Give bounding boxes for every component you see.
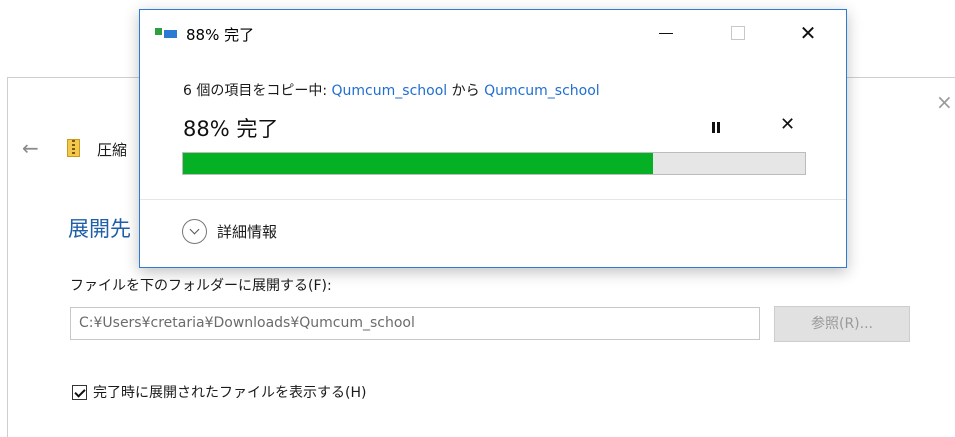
dialog-titlebar[interactable]: 88% 完了 ✕ bbox=[140, 10, 846, 56]
copy-transfer-icon bbox=[155, 27, 177, 39]
chevron-down-icon[interactable] bbox=[182, 219, 207, 244]
maximize-icon[interactable] bbox=[714, 18, 760, 48]
minimize-icon[interactable] bbox=[643, 18, 689, 48]
show-files-option[interactable]: 完了時に展開されたファイルを表示する(H) bbox=[72, 382, 366, 402]
stop-icon[interactable]: ✕ bbox=[780, 114, 795, 135]
close-icon[interactable]: ✕ bbox=[785, 18, 831, 48]
back-arrow-icon[interactable]: ← bbox=[22, 138, 39, 158]
pause-icon[interactable] bbox=[708, 119, 724, 135]
source-folder-link[interactable]: Qumcum_school bbox=[332, 83, 448, 99]
zip-folder-icon bbox=[67, 139, 80, 157]
destination-folder-link[interactable]: Qumcum_school bbox=[484, 83, 600, 99]
progress-bar-fill bbox=[183, 153, 653, 174]
copy-progress-dialog: 88% 完了 ✕ 6 個の項目をコピー中: Qumcum_school から Q… bbox=[139, 9, 847, 268]
dialog-title: 88% 完了 bbox=[186, 26, 255, 44]
show-files-checkbox[interactable] bbox=[72, 384, 87, 400]
divider bbox=[140, 199, 846, 200]
destination-path-input[interactable]: C:¥Users¥cretaria¥Downloads¥Qumcum_schoo… bbox=[70, 307, 760, 340]
more-details-toggle[interactable]: 詳細情報 bbox=[182, 219, 277, 244]
extract-to-label: ファイルを下のフォルダーに展開する(F): bbox=[70, 278, 332, 294]
progress-percent-text: 88% 完了 bbox=[183, 117, 279, 141]
destination-heading: 展開先 bbox=[68, 217, 131, 241]
copy-description: 6 個の項目をコピー中: Qumcum_school から Qumcum_sch… bbox=[183, 80, 600, 100]
copy-description-prefix: 6 個の項目をコピー中: bbox=[183, 83, 332, 99]
more-details-label: 詳細情報 bbox=[217, 223, 278, 241]
show-files-label: 完了時に展開されたファイルを表示する(H) bbox=[93, 385, 367, 401]
extract-wizard-close-icon[interactable]: × bbox=[936, 92, 953, 112]
copy-description-mid: から bbox=[447, 83, 485, 99]
browse-button[interactable]: 参照(R)... bbox=[774, 306, 910, 342]
wizard-title: 圧縮 bbox=[97, 141, 128, 159]
progress-bar bbox=[182, 152, 806, 175]
